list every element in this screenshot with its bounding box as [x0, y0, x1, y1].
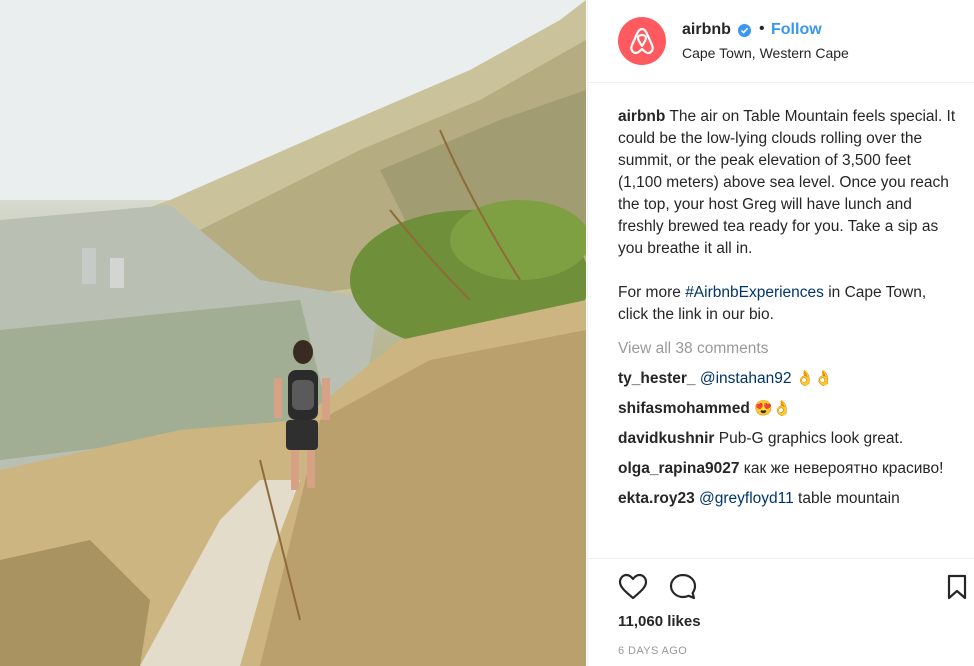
follow-button[interactable]: Follow	[771, 21, 822, 39]
caption-more: For more #AirbnbExperiences in Cape Town…	[618, 282, 958, 326]
comment-text: 😍👌	[754, 400, 792, 417]
comment-username[interactable]: davidkushnir	[618, 430, 714, 447]
caption-more-prefix: For more	[618, 284, 686, 301]
mountain-hiker-image	[0, 0, 586, 666]
comment-item: shifasmohammed 😍👌	[618, 398, 958, 420]
comment-text: 👌👌	[791, 370, 833, 387]
post-photo[interactable]	[0, 0, 586, 666]
comment-username[interactable]: olga_rapina9027	[618, 460, 739, 477]
action-bar	[588, 558, 974, 609]
airbnb-logo-icon	[630, 27, 654, 55]
comment-item: davidkushnir Pub-G graphics look great.	[618, 428, 958, 450]
caption-text: The air on Table Mountain feels special.…	[618, 108, 956, 257]
post-header: airbnb • Follow Cape Town, Western Cape	[588, 0, 974, 83]
comment-icon[interactable]	[668, 572, 698, 602]
comment-username[interactable]: ty_hester_	[618, 370, 696, 387]
comments-section[interactable]: airbnb The air on Table Mountain feels s…	[618, 106, 958, 552]
comment-item: olga_rapina9027 как же невероятно красив…	[618, 458, 958, 480]
hashtag-link[interactable]: #AirbnbExperiences	[685, 284, 824, 301]
header-username[interactable]: airbnb	[682, 21, 731, 39]
comment-text: table mountain	[793, 490, 900, 507]
location-link[interactable]: Cape Town, Western Cape	[682, 45, 849, 61]
post-timestamp: 6 DAYS AGO	[618, 645, 688, 657]
comment-username[interactable]: ekta.roy23	[618, 490, 695, 507]
likes-count[interactable]: 11,060 likes	[618, 613, 701, 630]
comment-item: ty_hester_ @instahan92 👌👌	[618, 368, 958, 390]
post-side-panel: airbnb • Follow Cape Town, Western Cape …	[587, 0, 974, 666]
comment-mention[interactable]: @greyfloyd11	[699, 490, 794, 507]
comment-text: как же невероятно красиво!	[743, 460, 944, 477]
comment-text: Pub-G graphics look great.	[718, 430, 904, 447]
comment-item: ekta.roy23 @greyfloyd11 table mountain	[618, 488, 958, 510]
header-separator: •	[759, 20, 765, 37]
avatar[interactable]	[618, 17, 666, 65]
comment-mention[interactable]: @instahan92	[700, 370, 792, 387]
caption-username[interactable]: airbnb	[618, 108, 665, 125]
heart-icon[interactable]	[618, 573, 648, 601]
bookmark-icon[interactable]	[946, 574, 968, 600]
view-all-comments-link[interactable]: View all 38 comments	[618, 338, 958, 360]
comment-username[interactable]: shifasmohammed	[618, 400, 750, 417]
post-caption: airbnb The air on Table Mountain feels s…	[618, 106, 958, 260]
verified-badge-icon	[738, 24, 751, 37]
